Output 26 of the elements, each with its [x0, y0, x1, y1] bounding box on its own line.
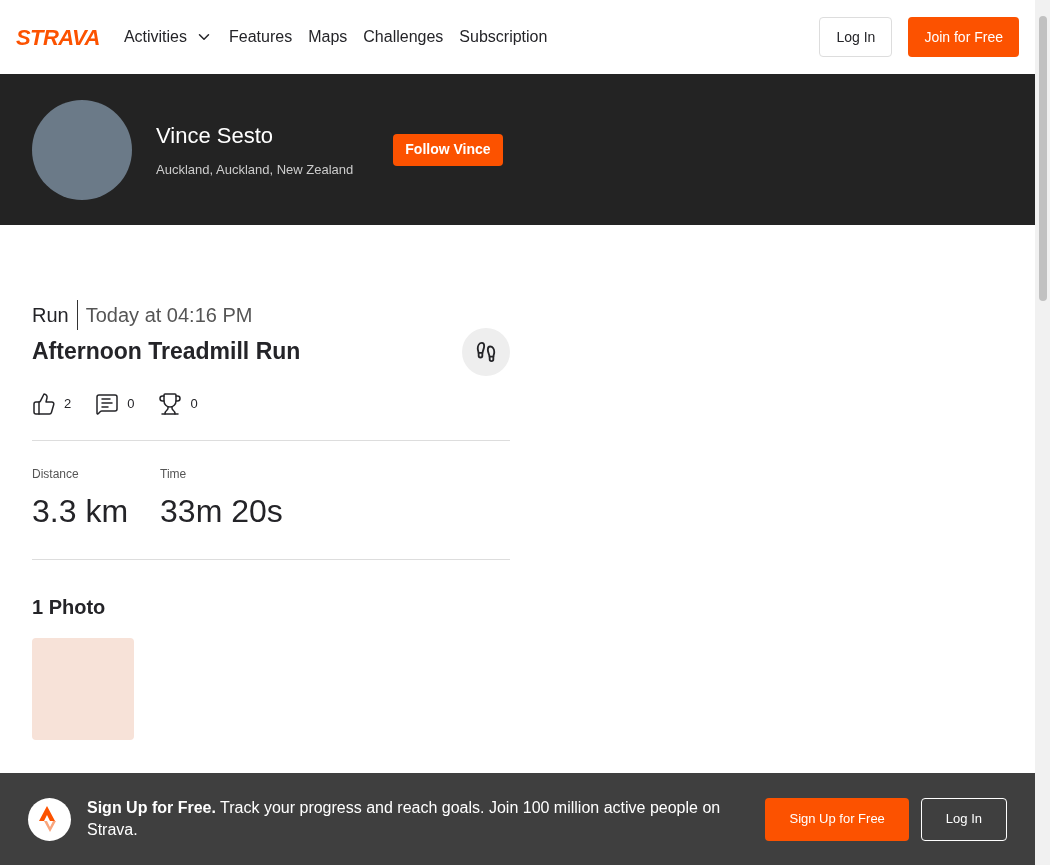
comment-icon[interactable] — [95, 392, 120, 416]
login-button[interactable]: Log In — [819, 17, 893, 57]
nav-link[interactable]: Challenges — [355, 25, 452, 49]
banner-login-button[interactable]: Log In — [920, 797, 1007, 841]
thumbs-up-icon[interactable] — [32, 392, 56, 416]
nav-link[interactable]: Activities — [115, 25, 221, 49]
stat-label: Time — [160, 466, 188, 483]
strava-logo-icon — [28, 797, 71, 841]
sport-type: Run — [32, 300, 78, 330]
comment-count: 0 — [127, 395, 135, 414]
photos-heading: 1 Photo — [32, 595, 107, 620]
stat-value: 3.3 km — [32, 492, 129, 531]
athlete-name: Vince Sesto — [156, 122, 274, 151]
achievement-count: 0 — [190, 395, 198, 414]
trophy-icon[interactable] — [158, 392, 183, 416]
nav-link[interactable]: Maps — [300, 25, 356, 49]
activity-time: Today at 04:16 PM — [84, 303, 253, 328]
kudos-count: 2 — [64, 395, 72, 414]
scrollbar[interactable] — [1035, 0, 1050, 865]
activity-title: Afternoon Treadmill Run — [32, 337, 301, 366]
nav-link[interactable]: Subscription — [451, 25, 556, 49]
stat-value: 33m 20s — [160, 492, 283, 531]
nav-link[interactable]: Features — [221, 25, 301, 49]
signup-message: Sign Up for Free. Track your progress and reach goals. Join 100 million active people on Strava. — [87, 798, 722, 840]
athlete-location: Auckland, Auckland, New Zealand — [156, 161, 354, 180]
stat-label: Distance — [32, 466, 80, 483]
